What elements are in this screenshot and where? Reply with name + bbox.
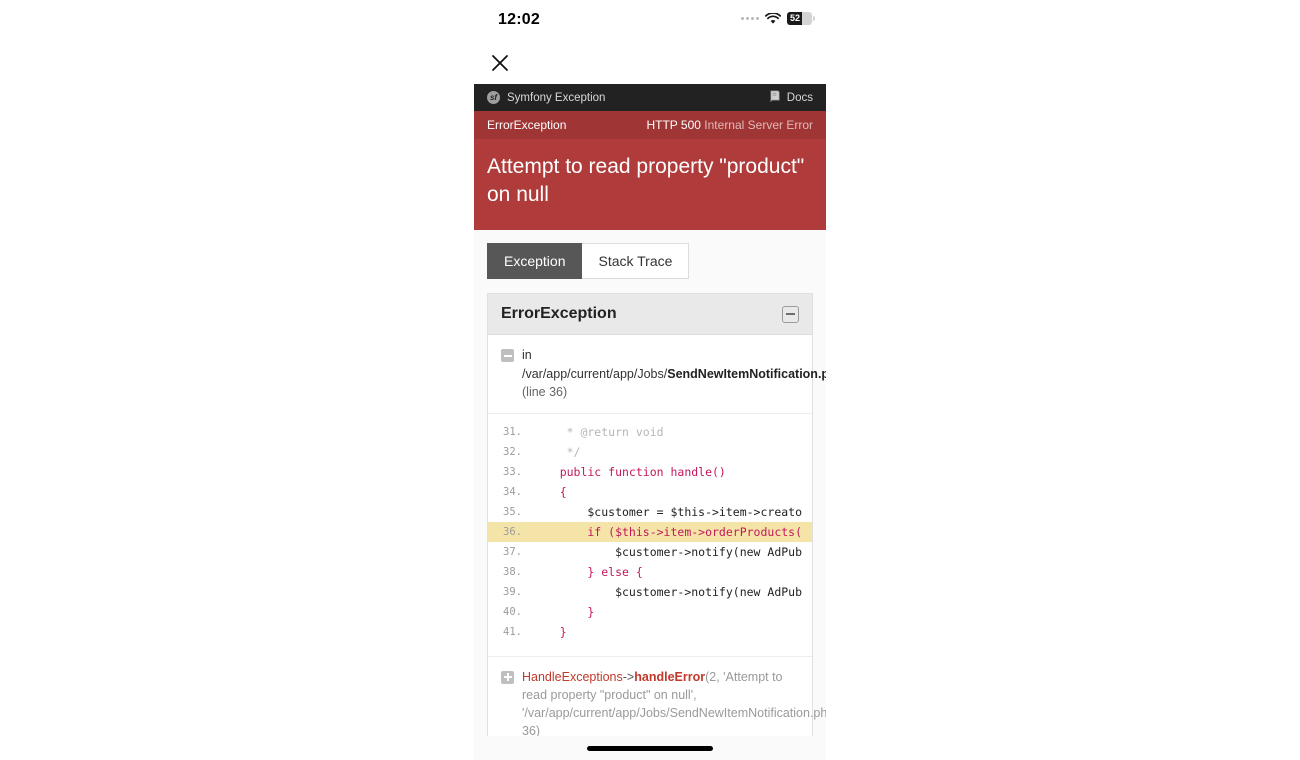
trace-entry-location: in /var/app/current/app/Jobs/SendNewItem… [522,346,826,400]
trace-fn-arrow: -> [622,669,635,684]
exception-block-header: ErrorException [488,294,812,336]
battery-tip [813,16,815,21]
symfony-header-title: Symfony Exception [507,91,606,104]
symfony-header: sf Symfony Exception Docs [474,84,826,111]
docs-label: Docs [786,91,813,104]
trace-path: /var/app/current/app/Jobs/ [522,366,668,381]
code-line-highlighted: 36. if ($this->item->orderProducts( [488,521,812,542]
minus-icon[interactable] [501,349,514,363]
mobile-browser-viewport: 12:02 52 sf Symfony Exception Docs Error… [474,0,826,760]
code-line-content: */ [532,444,581,459]
trace-line: (line 36) [522,384,568,399]
code-line-number: 34. [503,485,522,498]
code-line-content: $customer = $this->item->creato [532,504,803,519]
code-line-number: 40. [503,605,522,618]
status-bar-indicators: 52 [741,12,815,25]
code-line: 33. public function handle() [488,462,812,482]
battery-level: 52 [790,13,801,23]
code-snippet: 31. * @return void 32. */ 33. public fun… [488,413,812,656]
code-line: 38. } else { [488,562,812,582]
code-line: 31. * @return void [488,422,812,442]
tab-exception[interactable]: Exception [487,243,583,280]
code-line: 37. $customer->notify(new AdPub [488,542,812,562]
plus-icon[interactable] [501,670,514,684]
docs-link[interactable]: Docs [769,89,813,107]
code-line-number: 37. [503,545,522,558]
tab-bar: Exception Stack Trace [487,230,813,293]
code-line-number: 32. [503,445,522,458]
code-line-number: 41. [503,625,522,638]
code-line-number: 35. [503,505,522,518]
minus-icon[interactable] [782,305,799,323]
code-line: 39. $customer->notify(new AdPub [488,582,812,602]
code-line-content: if ($this->item->orderProducts( [532,524,803,539]
code-line-number: 33. [503,465,522,478]
wifi-icon [765,12,781,25]
code-line-content: } [532,604,595,619]
exception-class-label: ErrorException [487,118,567,132]
exception-meta-bar: ErrorException HTTP 500 Internal Server … [474,111,826,139]
trace-fn-name[interactable]: handleError [634,670,705,684]
battery-icon: 52 [787,12,815,25]
code-line: 34. { [488,482,812,502]
trace-file: SendNewItemNotification.php [667,366,826,381]
screenshot-root: 12:02 52 sf Symfony Exception Docs Error… [0,0,1300,760]
http-status-text: Internal Server Error [704,118,813,132]
http-status: HTTP 500 Internal Server Error [646,118,813,132]
book-icon [769,89,782,107]
exception-title-banner: Attempt to read property "product" on nu… [474,139,826,231]
code-line: 40. } [488,602,812,622]
status-bar: 12:02 52 [474,0,826,44]
main-content: Exception Stack Trace ErrorException in … [474,230,826,760]
code-line-number: 38. [503,565,522,578]
code-line-content: $customer->notify(new AdPub [532,544,803,559]
trace-fn-class[interactable]: HandleExceptions [522,670,623,684]
trace-entry: in /var/app/current/app/Jobs/SendNewItem… [488,335,826,414]
code-line-content: * @return void [532,424,664,439]
trace-in-label: in [522,348,532,363]
code-line-number: 39. [503,585,522,598]
home-indicator-area [474,736,826,760]
exception-block: ErrorException in /var/app/current/app/J… [487,293,826,760]
close-icon[interactable] [488,51,512,75]
signal-dots-icon [741,17,759,20]
code-line-content: $customer->notify(new AdPub [532,584,803,599]
http-status-code: HTTP 500 [646,118,701,132]
code-line-content: } else { [532,564,643,579]
page-title: Attempt to read property "product" on nu… [487,155,805,206]
home-indicator[interactable] [587,745,713,751]
status-bar-time: 12:02 [498,11,540,28]
symfony-brand: sf Symfony Exception [487,91,605,104]
code-line-number: 31. [503,425,522,438]
code-line: 32. */ [488,442,812,462]
symfony-logo-icon: sf [487,91,500,104]
code-line-content: public function handle() [532,464,726,479]
code-line-number: 36. [503,525,522,538]
tab-stack-trace[interactable]: Stack Trace [582,243,690,280]
exception-block-title: ErrorException [501,305,617,323]
code-line: 35. $customer = $this->item->creato [488,502,812,522]
code-line: 41. } [488,622,812,642]
browser-toolbar [474,44,826,84]
code-line-content: { [532,484,567,499]
code-line-content: } [532,624,567,639]
